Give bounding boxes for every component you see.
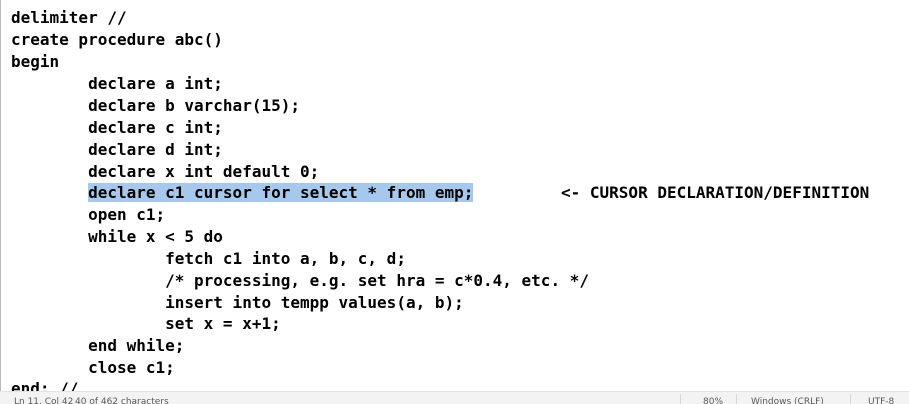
character-count: 40 of 462 characters: [75, 397, 169, 404]
code-line-12: fetch c1 into a, b, c, d;: [11, 249, 406, 268]
code-line-4: declare a int;: [11, 74, 223, 93]
cursor-annotation: <- CURSOR DECLARATION/DEFINITION: [561, 183, 870, 202]
code-line-9: declare c1 cursor for select * from emp;: [11, 182, 474, 204]
status-separator: [680, 394, 681, 404]
code-line-7: declare d int;: [11, 140, 223, 159]
code-line-18: end; //: [11, 379, 79, 391]
code-line-14: insert into tempp values(a, b);: [11, 293, 464, 312]
code-line-16: end while;: [11, 336, 185, 355]
encoding[interactable]: UTF-8: [868, 396, 894, 404]
code-line-10: open c1;: [11, 205, 166, 224]
notepad-window: delimiter // create procedure abc() begi…: [0, 0, 909, 404]
code-line-3: begin: [11, 52, 60, 71]
code-line-5: declare b varchar(15);: [11, 96, 300, 115]
status-separator: [850, 394, 851, 404]
selected-text[interactable]: declare c1 cursor for select * from emp;: [88, 183, 474, 202]
line-ending[interactable]: Windows (CRLF): [751, 396, 824, 404]
text-editor-area[interactable]: delimiter // create procedure abc() begi…: [0, 0, 909, 391]
code-line-15: set x = x+1;: [11, 314, 281, 333]
status-separator: [736, 394, 737, 404]
status-bar: Ln 11, Col 42 40 of 462 characters 80% W…: [0, 391, 909, 404]
code-line-17: close c1;: [11, 358, 175, 377]
cursor-position: Ln 11, Col 42: [14, 397, 74, 404]
code-line-2: create procedure abc(): [11, 30, 223, 49]
code-line-1: delimiter //: [11, 8, 127, 27]
code-line-8: declare x int default 0;: [11, 162, 320, 181]
zoom-level[interactable]: 80%: [703, 396, 723, 404]
code-line-11: while x < 5 do: [11, 227, 223, 246]
code-line-6: declare c int;: [11, 118, 223, 137]
code-line-13: /* processing, e.g. set hra = c*0.4, etc…: [11, 271, 589, 290]
